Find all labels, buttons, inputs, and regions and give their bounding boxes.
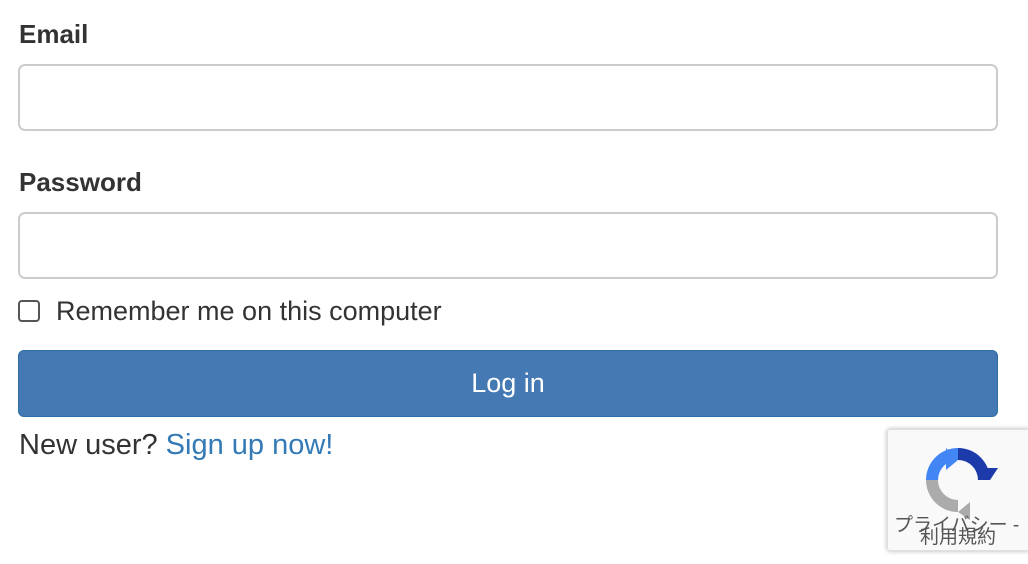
email-field[interactable] bbox=[18, 64, 998, 131]
remember-me-row[interactable]: Remember me on this computer bbox=[18, 295, 442, 327]
signup-link[interactable]: Sign up now! bbox=[166, 429, 334, 461]
recaptcha-separator: - bbox=[1007, 515, 1020, 536]
signup-prompt: New user? Sign up now! bbox=[19, 428, 333, 462]
new-user-text: New user? bbox=[19, 429, 166, 461]
password-label: Password bbox=[19, 167, 142, 197]
login-button[interactable]: Log in bbox=[18, 350, 998, 417]
recaptcha-icon bbox=[926, 448, 998, 520]
remember-me-checkbox[interactable] bbox=[18, 300, 40, 322]
recaptcha-links: プライバシー - 利用規約 bbox=[894, 516, 1019, 548]
recaptcha-badge[interactable]: プライバシー - 利用規約 bbox=[887, 429, 1028, 551]
remember-me-label[interactable]: Remember me on this computer bbox=[56, 295, 442, 327]
password-field[interactable] bbox=[18, 212, 998, 279]
email-label: Email bbox=[19, 19, 89, 49]
